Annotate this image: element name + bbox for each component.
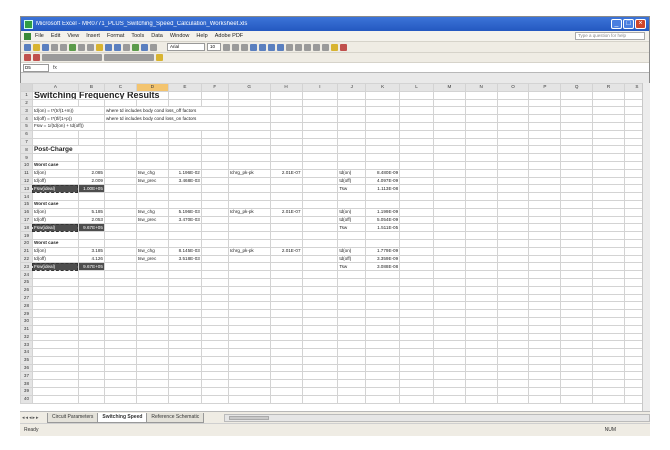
- italic-icon[interactable]: [232, 43, 239, 51]
- autosum-icon[interactable]: [123, 43, 130, 51]
- formula-bar: D5 fx: [21, 63, 649, 73]
- print-icon[interactable]: [51, 43, 58, 51]
- menu-bar: File Edit View Insert Format Tools Data …: [21, 31, 649, 42]
- preview-icon[interactable]: [60, 43, 67, 51]
- menu-window[interactable]: Window: [170, 33, 190, 39]
- excel-app-icon: [24, 19, 33, 29]
- chart-wizard-icon[interactable]: [141, 43, 148, 51]
- font-color-icon[interactable]: [340, 43, 347, 51]
- menu-adobe-pdf[interactable]: Adobe PDF: [215, 33, 243, 39]
- pdf-email-icon[interactable]: [33, 54, 40, 61]
- reviewing-toolbar[interactable]: [42, 54, 102, 61]
- menu-help[interactable]: Help: [196, 33, 207, 39]
- close-button[interactable]: ×: [635, 19, 646, 29]
- excel-window: Microsoft Excel - MR0771_PLUS_Switching_…: [20, 16, 650, 436]
- align-right-icon[interactable]: [268, 43, 275, 51]
- standard-toolbar: Arial 10: [21, 42, 649, 53]
- menu-file[interactable]: File: [35, 33, 44, 39]
- borders-icon[interactable]: [322, 43, 329, 51]
- bold-icon[interactable]: [223, 43, 230, 51]
- menu-edit[interactable]: Edit: [51, 33, 60, 39]
- font-name-select[interactable]: Arial: [167, 43, 205, 51]
- window-title: Microsoft Excel - MR0771_PLUS_Switching_…: [36, 21, 248, 27]
- fx-icon[interactable]: fx: [53, 65, 57, 71]
- sort-icon[interactable]: [132, 43, 139, 51]
- open-icon[interactable]: [33, 43, 40, 51]
- underline-icon[interactable]: [241, 43, 248, 51]
- undo-icon[interactable]: [105, 43, 112, 51]
- menu-view[interactable]: View: [67, 33, 79, 39]
- help-search-input[interactable]: Type a question for help: [575, 32, 645, 40]
- merge-center-icon[interactable]: [277, 43, 284, 51]
- menu-format[interactable]: Format: [107, 33, 124, 39]
- align-center-icon[interactable]: [259, 43, 266, 51]
- spelling-icon[interactable]: [69, 43, 76, 51]
- menu-insert[interactable]: Insert: [86, 33, 100, 39]
- new-icon[interactable]: [24, 43, 31, 51]
- maximize-button[interactable]: □: [623, 19, 634, 29]
- decimal-icon[interactable]: [304, 43, 311, 51]
- reply-changes-toolbar[interactable]: [104, 54, 154, 61]
- cut-icon[interactable]: [78, 43, 85, 51]
- pdf-toolbar: [21, 53, 649, 63]
- redo-icon[interactable]: [114, 43, 121, 51]
- align-left-icon[interactable]: [250, 43, 257, 51]
- copy-icon[interactable]: [87, 43, 94, 51]
- save-icon[interactable]: [42, 43, 49, 51]
- workbook-icon: [24, 32, 31, 40]
- paste-icon[interactable]: [96, 43, 103, 51]
- comment-icon[interactable]: [156, 54, 163, 61]
- indent-icon[interactable]: [313, 43, 320, 51]
- currency-icon[interactable]: [286, 43, 293, 51]
- pdf-convert-icon[interactable]: [24, 54, 31, 61]
- percent-icon[interactable]: [295, 43, 302, 51]
- fill-color-icon[interactable]: [331, 43, 338, 51]
- title-bar: Microsoft Excel - MR0771_PLUS_Switching_…: [21, 17, 649, 31]
- minimize-button[interactable]: _: [611, 19, 622, 29]
- zoom-icon[interactable]: [150, 43, 157, 51]
- font-size-select[interactable]: 10: [207, 43, 221, 51]
- menu-data[interactable]: Data: [151, 33, 163, 39]
- menu-tools[interactable]: Tools: [131, 33, 144, 39]
- name-box[interactable]: D5: [23, 63, 49, 72]
